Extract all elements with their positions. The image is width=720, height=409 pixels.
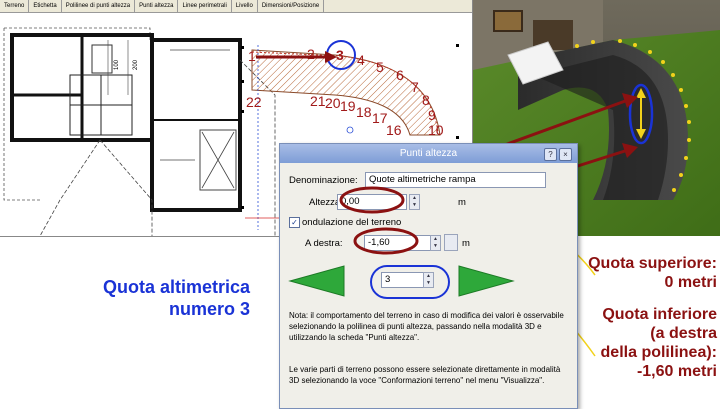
note-text: Nota: il comportamento del terreno in ca… <box>289 311 564 342</box>
caption-line: -1,60 metri <box>636 363 717 380</box>
height-label: Altezza <box>309 197 341 208</box>
close-button[interactable]: × <box>559 148 572 161</box>
terrain-label: ondulazione del terreno <box>302 217 402 228</box>
stepper-down-icon[interactable]: ▼ <box>410 202 419 209</box>
name-label: Denominazione: <box>289 175 358 186</box>
name-input[interactable]: Quote altimetriche rampa <box>365 172 546 188</box>
height-stepper[interactable]: ▲ ▼ <box>409 194 420 210</box>
caption-line: (a destra <box>650 325 717 342</box>
caption-upper-height: Quota superiore: 0 metri <box>560 254 717 292</box>
height-input[interactable]: 0,00 <box>337 194 407 210</box>
note-text: Le varie parti di terreno possono essere… <box>289 365 561 385</box>
caption-line: Quota superiore: <box>588 255 717 272</box>
punti-altezza-dialog: Punti altezza ? × Denominazione: Quote a… <box>279 143 578 409</box>
caption-line: numero 3 <box>168 299 250 319</box>
stepper-up-icon[interactable]: ▲ <box>424 273 433 280</box>
previous-point-arrow-icon[interactable] <box>288 264 348 298</box>
right-height-input[interactable]: -1,60 <box>364 235 433 251</box>
caption-line: Quota inferiore <box>602 306 717 323</box>
stepper-up-icon[interactable]: ▲ <box>431 236 440 243</box>
height-unit: m <box>458 197 466 208</box>
point-number-field[interactable]: 3 <box>381 272 424 288</box>
next-point-arrow-icon[interactable] <box>455 264 515 298</box>
right-height-stepper[interactable]: ▲ ▼ <box>430 235 441 251</box>
caption-line: Quota altimetrica <box>102 277 250 297</box>
caption-lower-height: Quota inferiore (a destra della poliline… <box>560 305 717 381</box>
help-button[interactable]: ? <box>544 148 557 161</box>
dialog-title[interactable]: Punti altezza <box>280 144 577 163</box>
terrain-icon-button[interactable] <box>444 234 458 251</box>
caption-point-number: Quota altimetrica numero 3 <box>30 276 250 320</box>
terrain-checkbox[interactable]: ✓ <box>289 217 300 228</box>
stepper-down-icon[interactable]: ▼ <box>431 243 440 250</box>
point-number-stepper[interactable]: ▲ ▼ <box>423 272 434 288</box>
stepper-up-icon[interactable]: ▲ <box>410 195 419 202</box>
stepper-down-icon[interactable]: ▼ <box>424 280 433 287</box>
right-height-unit: m <box>462 238 470 249</box>
caption-line: 0 metri <box>664 274 717 291</box>
right-label: A destra: <box>305 238 343 249</box>
caption-line: della polilinea): <box>600 344 717 361</box>
